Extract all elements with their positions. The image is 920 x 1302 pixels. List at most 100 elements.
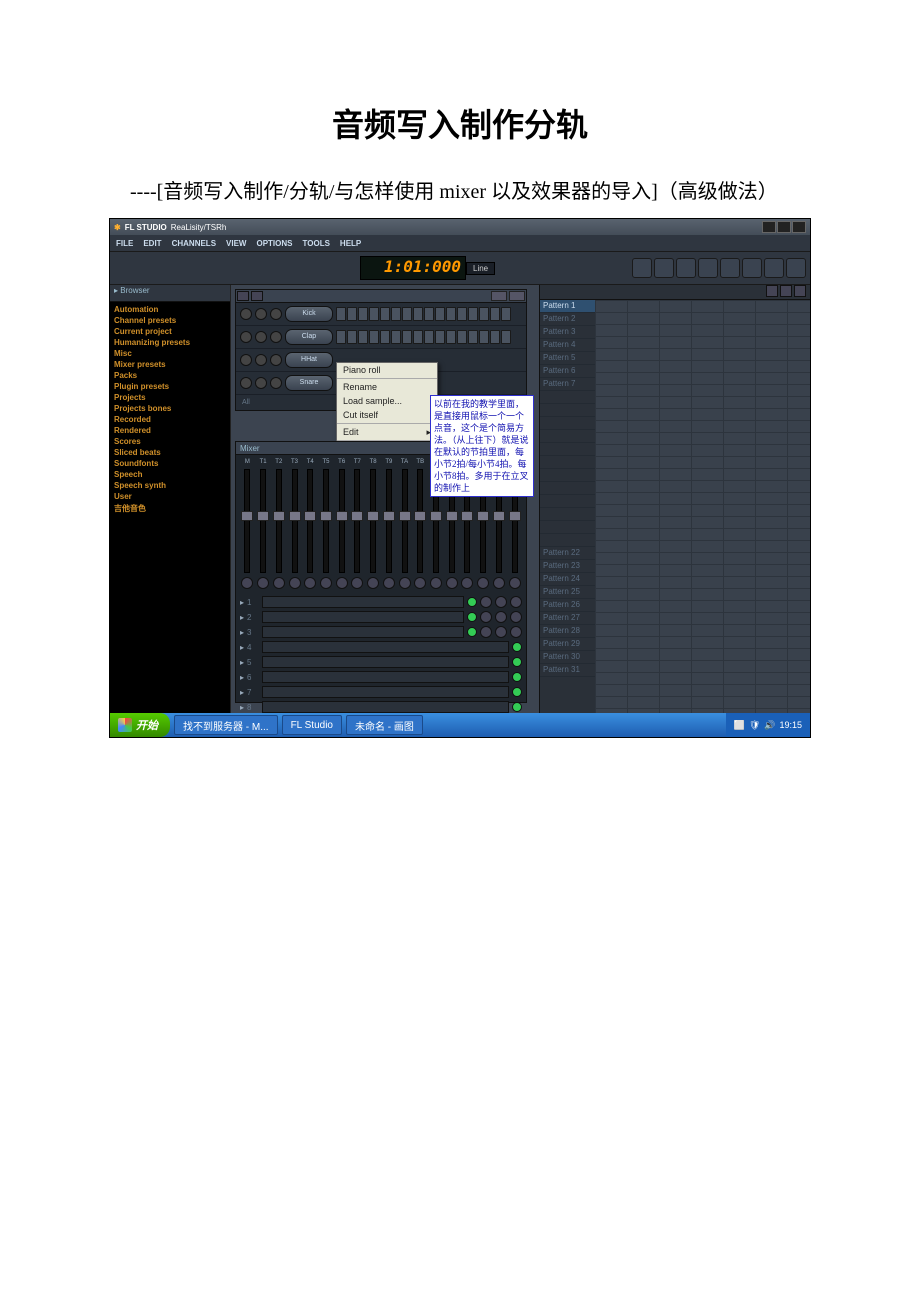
channel-name-button[interactable]: Kick bbox=[285, 306, 333, 322]
pattern-item[interactable]: Pattern 7 bbox=[540, 378, 595, 391]
menu-help[interactable]: HELP bbox=[340, 239, 361, 248]
browser-item[interactable]: Plugin presets bbox=[114, 381, 226, 392]
mixer-title: Mixer bbox=[240, 444, 260, 453]
playlist-panel: Pattern 1Pattern 2Pattern 3Pattern 4Patt… bbox=[539, 285, 810, 738]
pattern-item[interactable]: Pattern 22 bbox=[540, 547, 595, 560]
fx-slot-row[interactable]: ▸2 bbox=[240, 610, 522, 624]
pattern-item[interactable]: Pattern 25 bbox=[540, 586, 595, 599]
shortcut-buttons[interactable] bbox=[632, 258, 810, 278]
fx-slot-row[interactable]: ▸5 bbox=[240, 655, 522, 669]
pattern-item[interactable]: Pattern 30 bbox=[540, 651, 595, 664]
pattern-item[interactable]: Pattern 28 bbox=[540, 625, 595, 638]
pattern-item[interactable]: Pattern 6 bbox=[540, 365, 595, 378]
pattern-item[interactable]: Pattern 23 bbox=[540, 560, 595, 573]
system-tray[interactable]: ⬜ 🛡 🔊 19:15 bbox=[726, 713, 810, 737]
browser-item[interactable]: Channel presets bbox=[114, 315, 226, 326]
browser-item[interactable]: Current project bbox=[114, 326, 226, 337]
channel-led-icon[interactable] bbox=[240, 308, 252, 320]
fx-slot-row[interactable]: ▸4 bbox=[240, 640, 522, 654]
browser-tree[interactable]: Automation Channel presets Current proje… bbox=[110, 302, 230, 517]
mixer-fader[interactable]: T3 bbox=[287, 459, 302, 589]
ctx-rename[interactable]: Rename bbox=[337, 380, 437, 394]
pattern-list[interactable]: Pattern 1Pattern 2Pattern 3Pattern 4Patt… bbox=[540, 300, 595, 718]
vol-knob-icon[interactable] bbox=[270, 308, 282, 320]
browser-header: ▸ Browser bbox=[110, 285, 230, 302]
mixer-fader[interactable]: T7 bbox=[350, 459, 365, 589]
clock: 19:15 bbox=[779, 720, 802, 730]
menu-edit[interactable]: EDIT bbox=[143, 239, 161, 248]
browser-item[interactable]: Speech synth bbox=[114, 480, 226, 491]
mixer-fader[interactable]: T6 bbox=[334, 459, 349, 589]
browser-item[interactable]: Packs bbox=[114, 370, 226, 381]
snap-select[interactable]: Line bbox=[466, 262, 495, 275]
task-item[interactable]: 找不到服务器 - M... bbox=[174, 715, 278, 735]
channel-name-button[interactable]: HHat bbox=[285, 352, 333, 368]
ctx-load-sample[interactable]: Load sample... bbox=[337, 394, 437, 408]
browser-item[interactable]: User bbox=[114, 491, 226, 502]
mixer-fader[interactable]: T4 bbox=[303, 459, 318, 589]
pan-knob-icon[interactable] bbox=[255, 308, 267, 320]
mixer-fader[interactable]: T8 bbox=[366, 459, 381, 589]
pattern-item[interactable]: Pattern 26 bbox=[540, 599, 595, 612]
pattern-item[interactable]: Pattern 4 bbox=[540, 339, 595, 352]
browser-item[interactable]: Scores bbox=[114, 436, 226, 447]
browser-item[interactable]: Projects bones bbox=[114, 403, 226, 414]
browser-item[interactable]: Humanizing presets bbox=[114, 337, 226, 348]
menu-file[interactable]: FILE bbox=[116, 239, 133, 248]
app-titlebar: ✱ FL STUDIO ReaLisity/TSRh bbox=[110, 219, 810, 235]
browser-item[interactable]: Recorded bbox=[114, 414, 226, 425]
mixer-fader[interactable]: T9 bbox=[381, 459, 396, 589]
mixer-fader[interactable]: TA bbox=[397, 459, 412, 589]
start-button[interactable]: 开始 bbox=[110, 713, 170, 737]
browser-item[interactable]: Sliced beats bbox=[114, 447, 226, 458]
doc-intro: ----[音频写入制作/分轨/与怎样使用 mixer 以及效果器的导入]（高级做… bbox=[90, 176, 830, 208]
fx-slot-row[interactable]: ▸7 bbox=[240, 685, 522, 699]
ctx-edit[interactable]: Edit bbox=[337, 425, 437, 439]
browser-item[interactable]: Rendered bbox=[114, 425, 226, 436]
mixer-fader[interactable]: T2 bbox=[271, 459, 286, 589]
pattern-item[interactable]: Pattern 27 bbox=[540, 612, 595, 625]
browser-item[interactable]: Automation bbox=[114, 304, 226, 315]
mixer-fader[interactable]: T1 bbox=[256, 459, 271, 589]
tray-icon[interactable]: 🔊 bbox=[764, 720, 775, 731]
mixer-fader[interactable]: T5 bbox=[319, 459, 334, 589]
menu-channels[interactable]: CHANNELS bbox=[172, 239, 216, 248]
pattern-item[interactable]: Pattern 24 bbox=[540, 573, 595, 586]
mixer-fader[interactable]: M bbox=[240, 459, 255, 589]
pattern-item[interactable]: Pattern 29 bbox=[540, 638, 595, 651]
task-item[interactable]: 未命名 - 画图 bbox=[346, 715, 423, 735]
pattern-item[interactable]: Pattern 1 bbox=[540, 300, 595, 313]
windows-taskbar: 开始 找不到服务器 - M... FL Studio 未命名 - 画图 ⬜ 🛡 … bbox=[110, 713, 810, 737]
playlist-grid[interactable] bbox=[595, 300, 810, 718]
channel-name-button[interactable]: Clap bbox=[285, 329, 333, 345]
fx-slot-row[interactable]: ▸1 bbox=[240, 595, 522, 609]
browser-item-cn[interactable]: 吉他音色 bbox=[114, 502, 226, 515]
fl-studio-screenshot: ✱ FL STUDIO ReaLisity/TSRh FILE EDIT CHA… bbox=[109, 218, 811, 738]
channel-row[interactable]: Kick bbox=[236, 303, 526, 326]
pattern-item[interactable]: Pattern 5 bbox=[540, 352, 595, 365]
browser-item[interactable]: Speech bbox=[114, 469, 226, 480]
browser-item[interactable]: Soundfonts bbox=[114, 458, 226, 469]
browser-item[interactable]: Mixer presets bbox=[114, 359, 226, 370]
channel-name-button[interactable]: Snare bbox=[285, 375, 333, 391]
pattern-item[interactable]: Pattern 2 bbox=[540, 313, 595, 326]
step-sequencer: Kick Clap HHat Snare bbox=[235, 289, 527, 411]
browser-item[interactable]: Projects bbox=[114, 392, 226, 403]
ctx-cut-itself[interactable]: Cut itself bbox=[337, 408, 437, 422]
pattern-item[interactable]: Pattern 31 bbox=[540, 664, 595, 677]
task-item[interactable]: FL Studio bbox=[282, 715, 342, 735]
fx-slot-row[interactable]: ▸3 bbox=[240, 625, 522, 639]
fx-slot-row[interactable]: ▸6 bbox=[240, 670, 522, 684]
menu-view[interactable]: VIEW bbox=[226, 239, 246, 248]
browser-item[interactable]: Misc bbox=[114, 348, 226, 359]
tray-icon[interactable]: 🛡 bbox=[749, 720, 760, 731]
channel-row[interactable]: Clap bbox=[236, 326, 526, 349]
menu-options[interactable]: OPTIONS bbox=[256, 239, 292, 248]
tray-icon[interactable]: ⬜ bbox=[734, 720, 745, 731]
menu-tools[interactable]: TOOLS bbox=[303, 239, 330, 248]
fx-slot-row[interactable]: ▸8 bbox=[240, 700, 522, 714]
ctx-piano-roll[interactable]: Piano roll bbox=[337, 363, 437, 377]
mixer-fader[interactable]: TB bbox=[413, 459, 428, 589]
pattern-item[interactable]: Pattern 3 bbox=[540, 326, 595, 339]
window-buttons[interactable] bbox=[762, 221, 806, 233]
